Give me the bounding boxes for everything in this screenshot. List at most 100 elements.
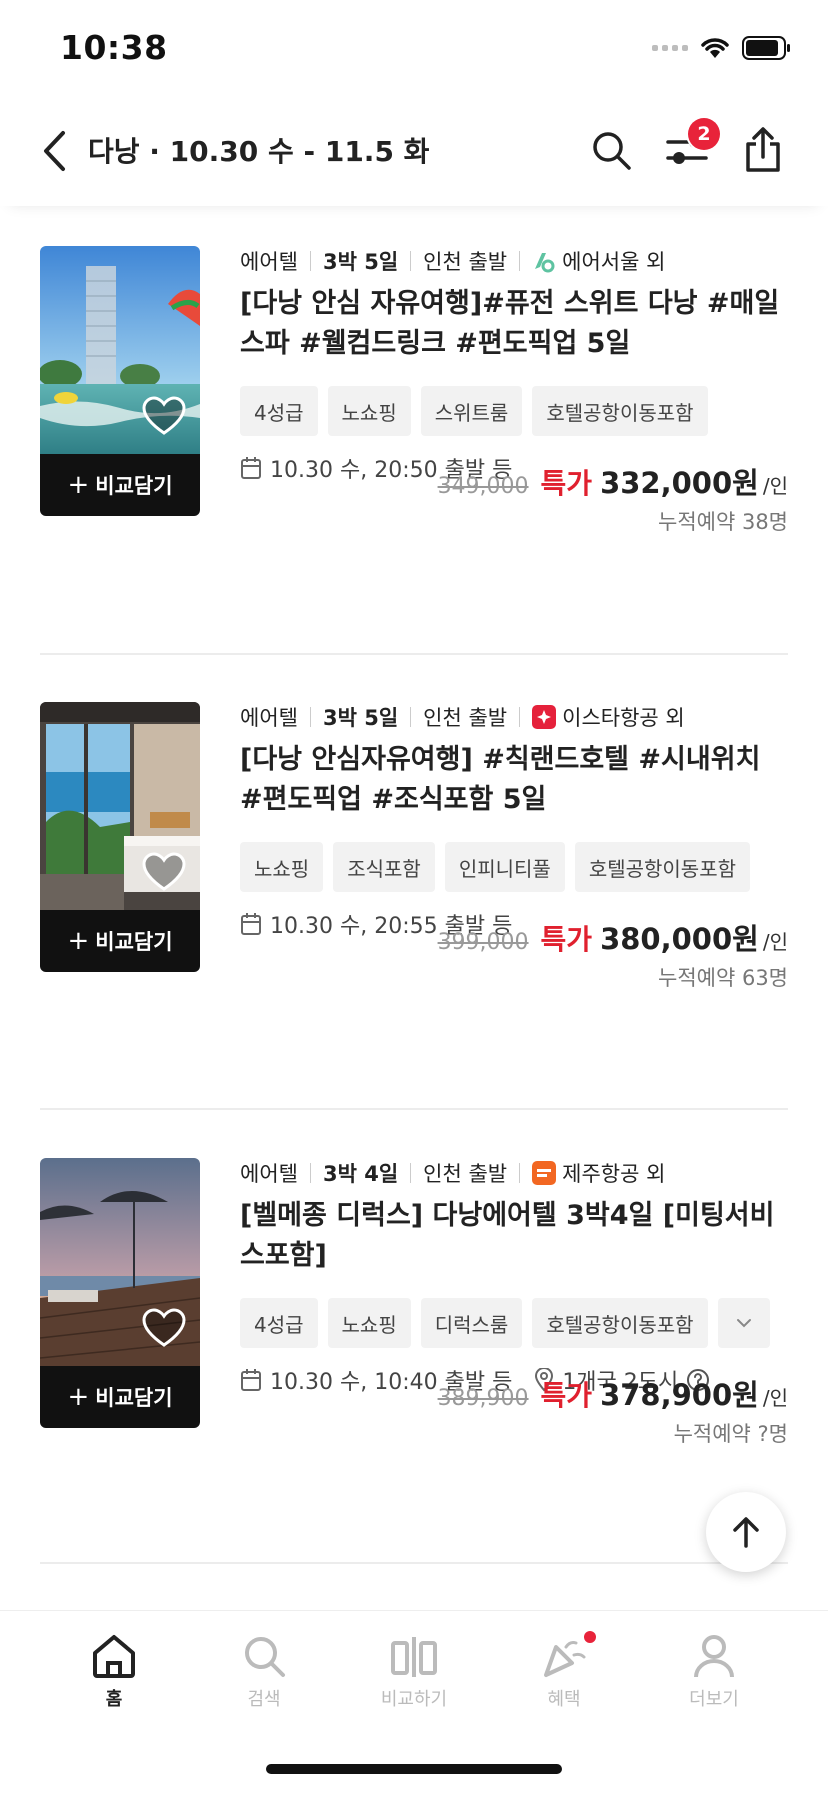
tag: 호텔공항이동포함 <box>532 386 708 436</box>
booking-count: 누적예약 ?명 <box>673 1422 788 1446</box>
product-card[interactable]: + 비교담기 에어텔 3박 5일 인천 출발 이스타항공 외 [다낭 안심자유여행… <box>40 702 788 1062</box>
divider <box>40 1108 788 1110</box>
product-title[interactable]: [다낭 안심자유여행] #칙랜드호텔 #시내위치 #편도픽업 #조식포함 5일 <box>240 740 788 820</box>
tag: 인피니티풀 <box>444 842 565 892</box>
original-price: 389,900 <box>437 1386 529 1411</box>
current-price: 380,000원 <box>600 922 759 956</box>
heart-icon[interactable] <box>142 852 186 892</box>
divider <box>40 1562 788 1564</box>
price-unit: /인 <box>762 474 788 498</box>
plus-icon: + <box>67 926 90 956</box>
filter-button[interactable]: 2 <box>660 118 720 178</box>
product-thumbnail[interactable]: + 비교담기 <box>40 1158 200 1428</box>
app-header: 다낭 · 10.30 수 - 11.5 화 2 <box>0 100 828 206</box>
tag: 스위트룸 <box>420 386 523 436</box>
original-price: 349,000 <box>437 474 529 499</box>
tag-list: 4성급 노쇼핑 스위트룸 호텔공항이동포함 <box>240 386 788 436</box>
price-row: 389,900 특가 378,900원 /인 <box>438 1372 788 1414</box>
tag: 4성급 <box>240 386 318 436</box>
tag: 조식포함 <box>333 842 435 892</box>
price-unit: /인 <box>762 1386 788 1410</box>
calendar-icon <box>241 457 261 479</box>
nav-label: 홈 <box>105 1689 123 1710</box>
product-airline: 이스타항공 외 <box>562 706 685 730</box>
special-label: 특가 <box>540 923 593 956</box>
product-info: 에어텔 3박 5일 인천 출발 이스타항공 외 [다낭 안심자유여행] #칙랜드… <box>240 702 788 940</box>
airseoul-logo-icon <box>532 249 556 273</box>
home-indicator <box>266 1764 562 1774</box>
plus-icon: + <box>67 1382 90 1412</box>
nav-more[interactable]: 더보기 <box>654 1633 774 1711</box>
user-icon <box>694 1635 734 1678</box>
nav-label: 검색 <box>247 1689 281 1710</box>
product-airline: 에어서울 외 <box>562 250 666 274</box>
product-departure: 인천 출발 <box>423 250 508 274</box>
tag: 호텔공항이동포함 <box>574 842 751 892</box>
calendar-icon <box>241 913 261 935</box>
product-info: 에어텔 3박 5일 인천 출발 에어서울 외 [다낭 안심 자유여행]#퓨전 스… <box>240 246 788 484</box>
status-bar: 10:38 <box>0 0 828 100</box>
arrow-up-icon <box>733 1517 759 1548</box>
product-category: 에어텔 <box>240 1162 298 1186</box>
product-title[interactable]: [벨메종 디럭스] 다낭에어텔 3박4일 [미팅서비스포함] <box>240 1196 788 1276</box>
plus-icon: + <box>67 470 90 500</box>
price-row: 399,000 특가 380,000원 /인 <box>438 916 788 958</box>
status-time: 10:38 <box>60 28 168 67</box>
current-price: 378,900원 <box>600 1378 759 1412</box>
product-meta: 에어텔 3박 5일 인천 출발 에어서울 외 <box>240 246 788 276</box>
product-category: 에어텔 <box>240 706 298 730</box>
expand-tags-button[interactable] <box>717 1298 770 1348</box>
nav-home[interactable]: 홈 <box>54 1633 174 1711</box>
jejuair-logo-icon <box>532 1161 557 1185</box>
product-thumbnail[interactable]: + 비교담기 <box>40 702 200 972</box>
share-icon <box>746 127 780 172</box>
wifi-icon <box>701 38 729 58</box>
product-card[interactable]: + 비교담기 에어텔 3박 4일 인천 출발 제주항공 외 [벨메종 디럭스] 다… <box>40 1158 788 1518</box>
special-label: 특가 <box>540 467 593 500</box>
nav-compare[interactable]: 비교하기 <box>354 1633 474 1711</box>
tag: 노쇼핑 <box>327 1298 411 1348</box>
back-button[interactable] <box>34 126 74 176</box>
eastar-logo-icon <box>532 705 557 729</box>
tag: 4성급 <box>240 1298 318 1348</box>
share-button[interactable] <box>736 122 790 178</box>
cellular-signal-icon <box>652 45 688 51</box>
status-icons <box>652 36 792 60</box>
product-airline: 제주항공 외 <box>562 1162 666 1186</box>
chevron-left-icon <box>44 131 65 171</box>
heart-icon[interactable] <box>142 1308 186 1348</box>
product-title[interactable]: [다낭 안심 자유여행]#퓨전 스위트 다낭 #매일스파 #웰컴드링크 #편도픽… <box>240 284 788 364</box>
product-duration: 3박 5일 <box>322 250 399 274</box>
add-to-compare-button[interactable]: + 비교담기 <box>40 454 200 516</box>
product-thumbnail[interactable]: + 비교담기 <box>40 246 200 516</box>
product-meta: 에어텔 3박 5일 인천 출발 이스타항공 외 <box>240 702 788 732</box>
divider <box>40 653 788 655</box>
home-icon <box>93 1635 135 1678</box>
product-info: 에어텔 3박 4일 인천 출발 제주항공 외 [벨메종 디럭스] 다낭에어텔 3… <box>240 1158 788 1396</box>
page-title[interactable]: 다낭 · 10.30 수 - 11.5 화 <box>88 130 429 170</box>
product-duration: 3박 5일 <box>322 706 399 730</box>
chevron-down-icon <box>736 1319 751 1328</box>
tag: 노쇼핑 <box>327 386 411 436</box>
tag: 디럭스룸 <box>420 1298 523 1348</box>
filter-count-badge: 2 <box>688 118 720 150</box>
product-category: 에어텔 <box>240 250 298 274</box>
search-icon <box>593 132 631 170</box>
special-label: 특가 <box>540 1379 593 1412</box>
product-card[interactable]: + 비교담기 에어텔 3박 5일 인천 출발 에어서울 외 [다낭 안심 자유여행… <box>40 246 788 606</box>
add-to-compare-button[interactable]: + 비교담기 <box>40 910 200 972</box>
party-icon <box>544 1641 586 1677</box>
add-to-compare-button[interactable]: + 비교담기 <box>40 1366 200 1428</box>
tag: 노쇼핑 <box>240 842 324 892</box>
product-meta: 에어텔 3박 4일 인천 출발 제주항공 외 <box>240 1158 788 1188</box>
nav-benefits[interactable]: 혜택 <box>504 1631 624 1711</box>
notification-dot <box>584 1631 596 1643</box>
search-button[interactable] <box>584 122 638 178</box>
current-price: 332,000원 <box>600 466 759 500</box>
nav-label: 더보기 <box>689 1689 739 1710</box>
compare-icon <box>391 1637 437 1677</box>
nav-search[interactable]: 검색 <box>204 1633 324 1711</box>
heart-icon[interactable] <box>142 396 186 436</box>
product-departure: 인천 출발 <box>423 706 508 730</box>
scroll-to-top-button[interactable] <box>706 1492 786 1572</box>
